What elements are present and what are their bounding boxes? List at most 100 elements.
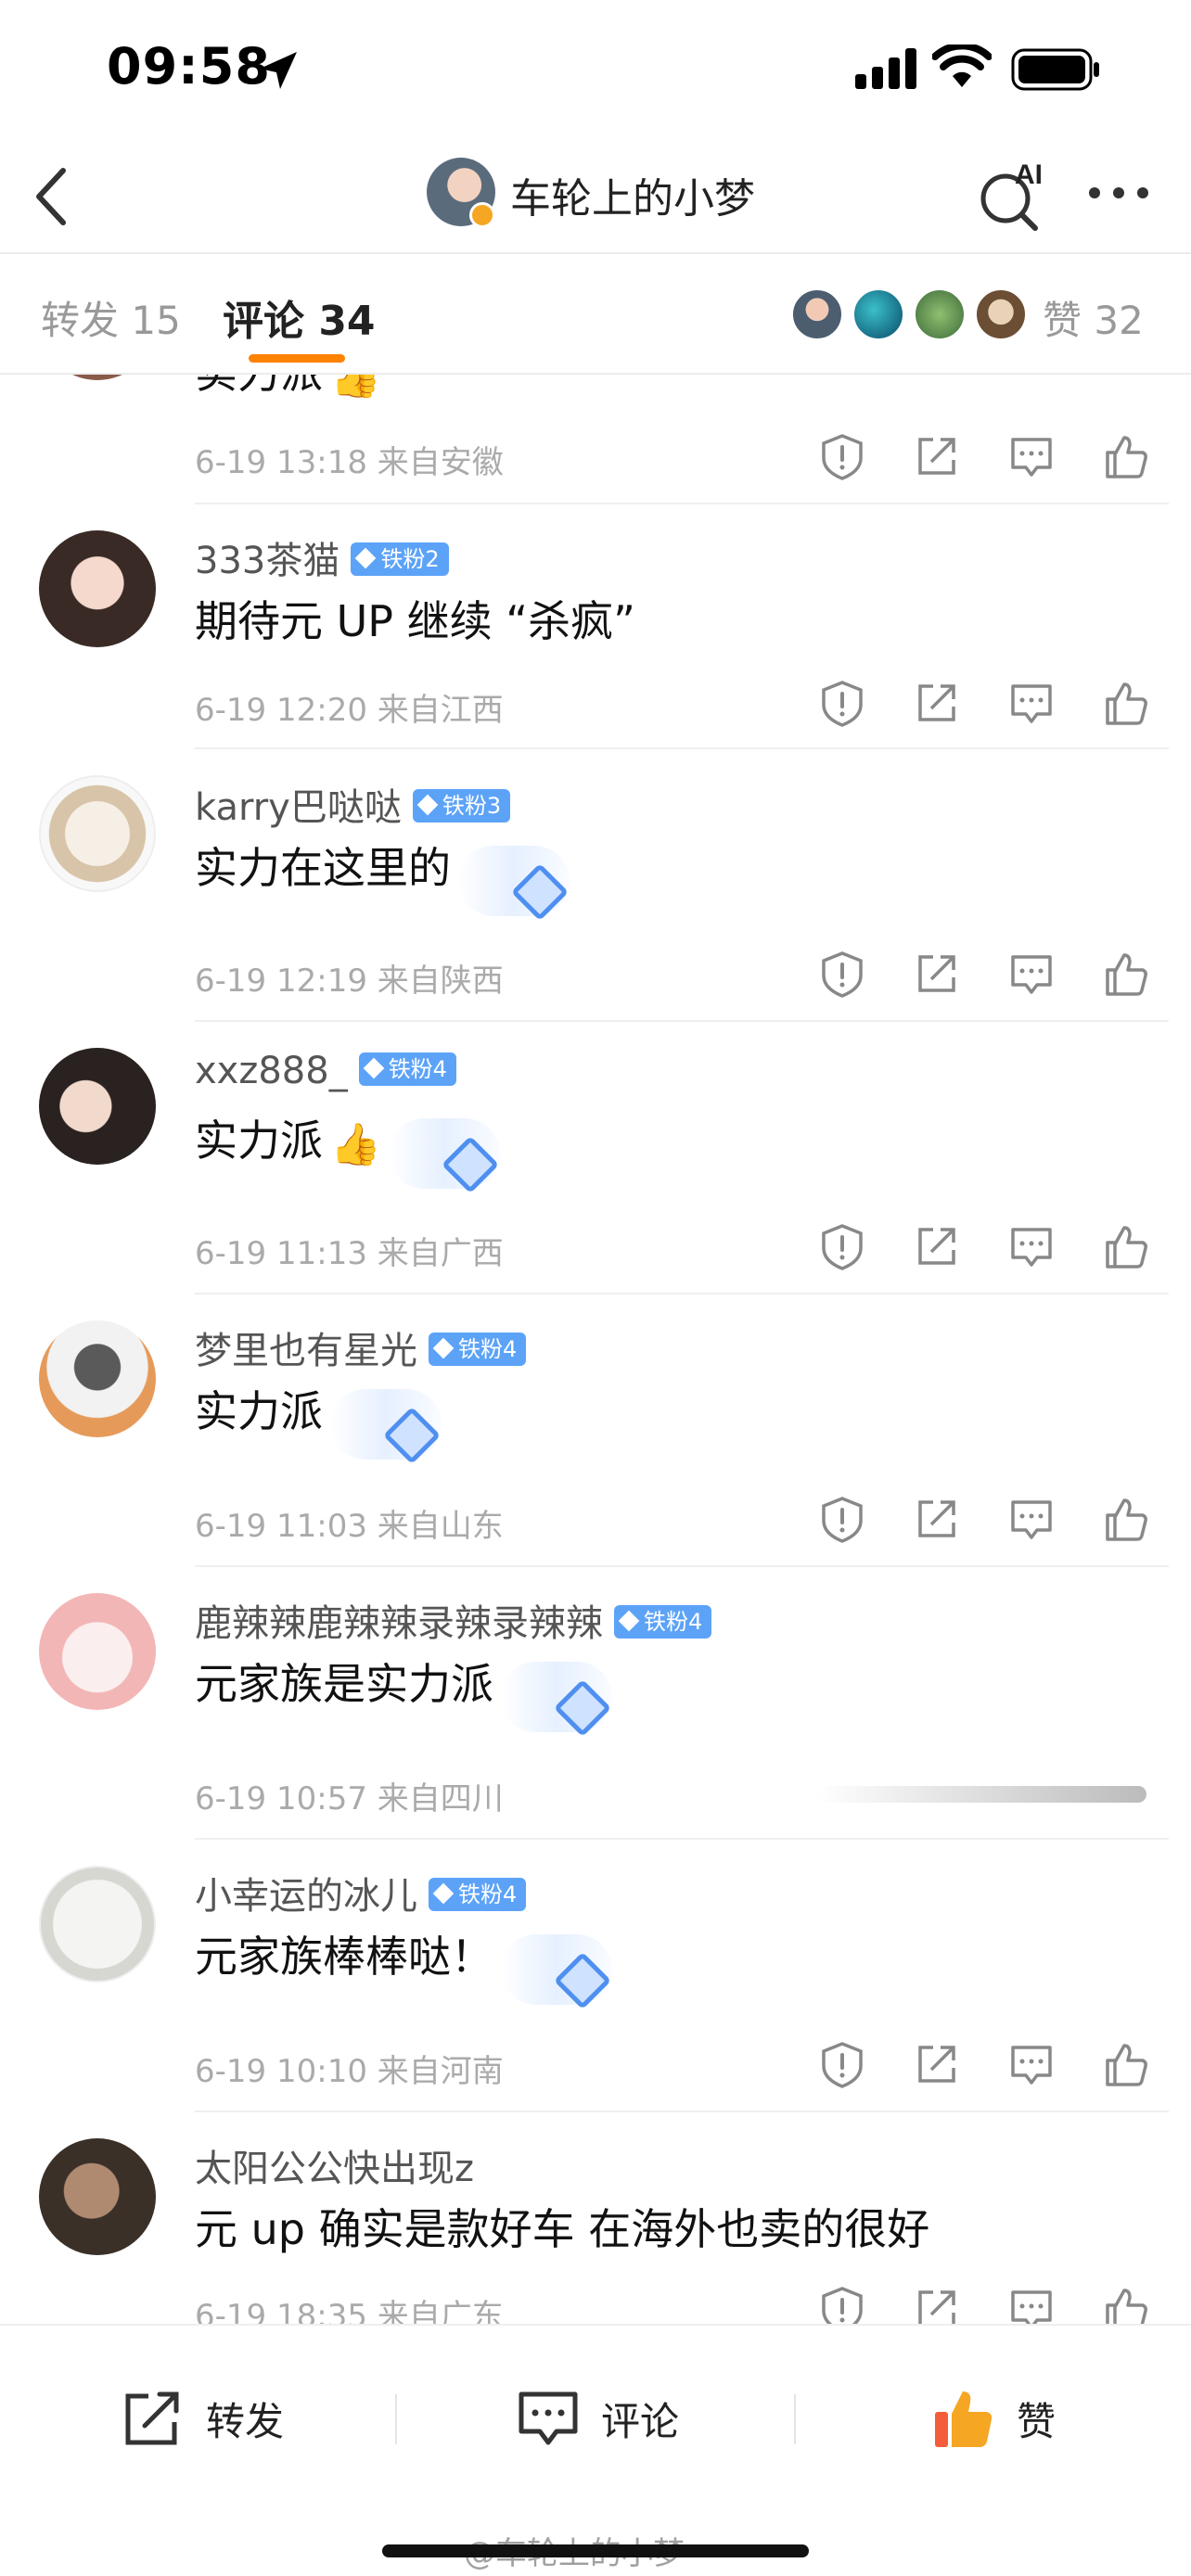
- like-filled-icon: [935, 2391, 992, 2447]
- comment-text: 元家族棒棒哒！: [195, 1923, 612, 2009]
- comment-username[interactable]: 太阳公公快出现z: [195, 2138, 474, 2192]
- share-icon[interactable]: [911, 948, 963, 1000]
- divider: [195, 1565, 1169, 1567]
- thumbs-up-emoji-icon: 👍: [330, 375, 381, 401]
- fan-badge: 铁粉4: [614, 1605, 712, 1639]
- comment-username[interactable]: xxz888_ 铁粉4: [195, 1050, 456, 1092]
- comment-actions: [816, 2283, 1159, 2324]
- divider: [195, 1838, 1169, 1840]
- share-icon[interactable]: [911, 2038, 963, 2090]
- like-icon[interactable]: [1100, 2283, 1152, 2324]
- share-icon[interactable]: [911, 430, 963, 482]
- report-icon[interactable]: [816, 2038, 868, 2090]
- like-button[interactable]: 赞: [931, 2381, 1056, 2455]
- home-indicator[interactable]: [382, 2544, 809, 2557]
- ai-search-icon[interactable]: AI: [974, 158, 1048, 232]
- avatar[interactable]: [39, 775, 156, 892]
- report-icon[interactable]: [816, 677, 868, 729]
- comment-username[interactable]: 小幸运的冰儿 铁粉4: [195, 1866, 527, 1919]
- comment-text: 实力派👍: [195, 1107, 500, 1193]
- comment-meta: 6-19 10:57 来自四川: [195, 1780, 504, 1817]
- fan-badge: 铁粉4: [429, 1878, 527, 1911]
- avatar: [913, 287, 967, 341]
- nav-bar: 车轮上的小梦 AI: [0, 139, 1191, 254]
- share-icon[interactable]: [911, 2283, 963, 2324]
- avatar[interactable]: [39, 375, 156, 380]
- fan-badge: 铁粉4: [358, 1052, 456, 1086]
- comment-meta: 6-19 12:20 来自江西: [195, 692, 504, 729]
- back-icon[interactable]: [26, 159, 78, 234]
- like-icon[interactable]: [1100, 677, 1152, 729]
- comment-label: 评论: [601, 2398, 680, 2444]
- like-icon[interactable]: [1100, 1220, 1152, 1272]
- diamond-sticker-icon: [510, 862, 570, 921]
- report-icon[interactable]: [816, 948, 868, 1000]
- avatar[interactable]: [39, 1593, 156, 1710]
- comment-actions: [816, 1220, 1159, 1272]
- tab-comment[interactable]: 评论 34: [223, 287, 376, 347]
- comment-username[interactable]: karry巴哒哒 铁粉3: [195, 777, 511, 831]
- like-icon[interactable]: [1100, 948, 1152, 1000]
- divider: [195, 2111, 1169, 2112]
- like-icon[interactable]: [1100, 2038, 1152, 2090]
- comment-meta: 6-19 13:18 来自安徽: [195, 444, 504, 481]
- divider: [794, 2394, 796, 2444]
- avatar: [852, 287, 905, 341]
- fan-badge: 铁粉2: [351, 542, 449, 576]
- comment-meta: 6-19 11:13 来自广西: [195, 1235, 504, 1272]
- tab-like[interactable]: 赞 32: [1043, 289, 1144, 346]
- diamond-icon: [618, 1610, 640, 1632]
- diamond-icon: [355, 547, 377, 569]
- comment-meta: 6-19 18:35 来自广东: [195, 2298, 504, 2324]
- wifi-icon: [932, 45, 992, 87]
- repost-label: 转发: [206, 2398, 285, 2444]
- reply-icon[interactable]: [1005, 2283, 1057, 2324]
- avatar[interactable]: [39, 2138, 156, 2255]
- comment-actions: [816, 677, 1159, 729]
- like-icon[interactable]: [1100, 430, 1152, 482]
- ai-label: AI: [1015, 159, 1043, 190]
- comment-username[interactable]: 鹿辣辣鹿辣辣录辣录辣辣 铁粉4: [195, 1593, 712, 1647]
- comment-meta: 6-19 12:19 来自陕西: [195, 963, 504, 1000]
- more-icon[interactable]: [1085, 182, 1152, 204]
- reply-icon[interactable]: [1005, 677, 1057, 729]
- diamond-sticker-icon: [553, 1951, 612, 2009]
- report-icon[interactable]: [816, 430, 868, 482]
- reply-icon[interactable]: [1005, 1220, 1057, 1272]
- avatar[interactable]: [39, 1048, 156, 1165]
- comment-button[interactable]: 评论: [516, 2381, 679, 2455]
- share-icon[interactable]: [911, 1220, 963, 1272]
- avatar[interactable]: [39, 1320, 156, 1437]
- reply-icon[interactable]: [1005, 430, 1057, 482]
- repost-icon: [125, 2391, 179, 2445]
- avatar[interactable]: [39, 1866, 156, 1983]
- avatar[interactable]: [39, 530, 156, 647]
- battery-icon: [1011, 48, 1099, 91]
- tab-repost[interactable]: 转发 15: [41, 289, 181, 346]
- divider: [195, 1293, 1169, 1294]
- fan-badge: 铁粉3: [412, 789, 511, 823]
- comment-text: 期待元 UP 继续 “杀疯”: [195, 596, 635, 646]
- like-icon[interactable]: [1100, 1493, 1152, 1545]
- report-icon[interactable]: [816, 2283, 868, 2324]
- like-label: 赞: [1017, 2398, 1057, 2444]
- report-icon[interactable]: [816, 1220, 868, 1272]
- report-icon[interactable]: [816, 1493, 868, 1545]
- share-icon[interactable]: [911, 677, 963, 729]
- tabs-bar: 转发 15 评论 34 赞 32: [0, 256, 1191, 375]
- share-icon[interactable]: [911, 1493, 963, 1545]
- comment-username[interactable]: 333茶猫 铁粉2: [195, 530, 449, 584]
- fan-sticker: [501, 1661, 612, 1737]
- diamond-sticker-icon: [382, 1406, 442, 1464]
- reply-icon[interactable]: [1005, 948, 1057, 1000]
- author-name[interactable]: 车轮上的小梦: [510, 165, 755, 224]
- reply-icon[interactable]: [1005, 2038, 1057, 2090]
- repost-button[interactable]: 转发: [121, 2381, 284, 2455]
- reply-icon[interactable]: [1005, 1493, 1057, 1545]
- comment-text: 实力在这里的: [195, 835, 570, 921]
- comment-username[interactable]: 梦里也有星光 铁粉4: [195, 1320, 527, 1374]
- fan-sticker: [330, 1388, 442, 1464]
- divider: [195, 747, 1169, 749]
- comment-text: 实力派👍: [195, 375, 381, 401]
- fan-sticker: [501, 1933, 612, 2009]
